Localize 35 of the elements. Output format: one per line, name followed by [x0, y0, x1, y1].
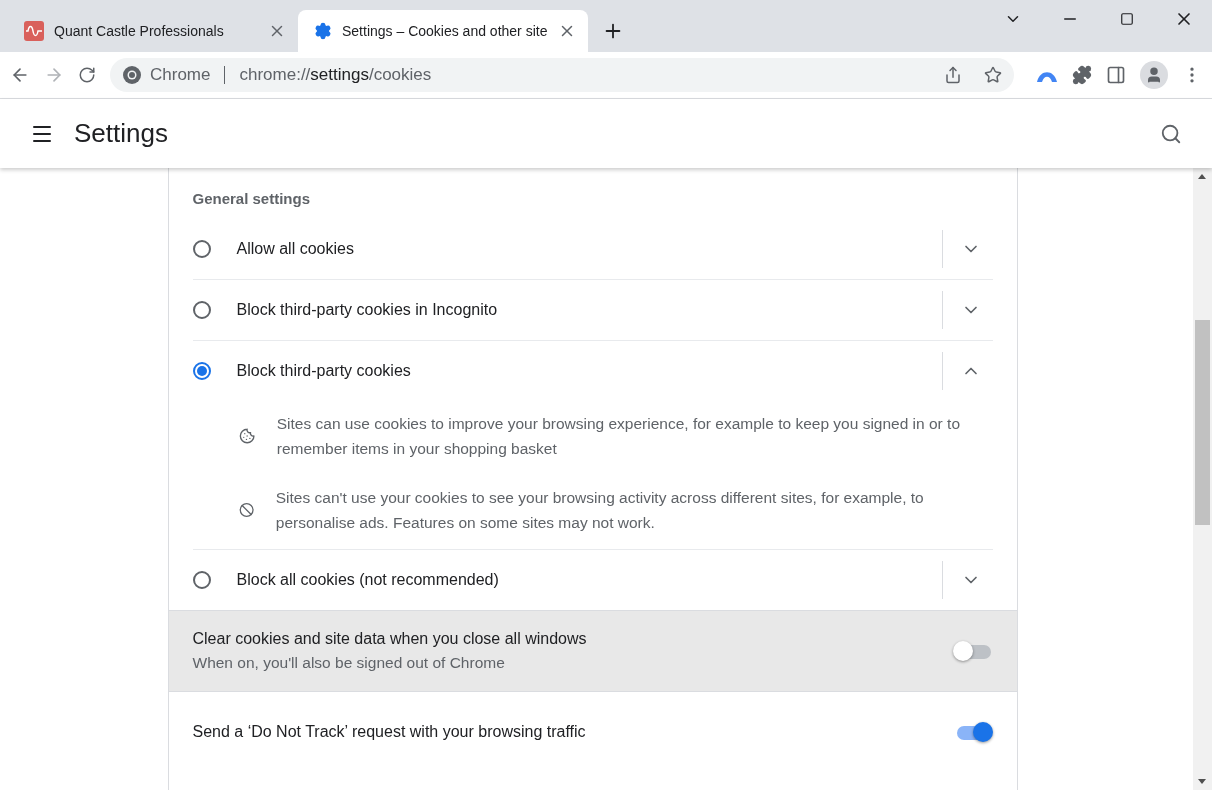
browser-tab[interactable]: Quant Castle Professionals [8, 10, 298, 52]
address-bar[interactable]: Chrome chrome://settings/cookies [110, 58, 1014, 92]
radio-button[interactable] [192, 240, 211, 258]
radio-button[interactable] [192, 571, 211, 589]
profile-avatar[interactable] [1140, 61, 1168, 89]
maximize-icon[interactable] [1119, 12, 1134, 26]
tab-title: Settings – Cookies and other site [342, 23, 548, 39]
wave-icon [24, 21, 44, 41]
option-label: Block third-party cookies [236, 362, 412, 380]
description-text: Sites can't use your cookies to see your browsing activity across different sites, for example, to personalise ads. Features on some sites may not work. [275, 488, 925, 533]
share-icon[interactable] [944, 66, 962, 84]
section-title: General settings [191, 189, 312, 209]
side-panel-icon[interactable] [1106, 65, 1126, 85]
description-text: Sites can use cookies to improve your browsing experience, for example to keep you signed in or to remember items in your shopping basket [276, 414, 961, 459]
setting-label: Clear cookies and site data when you close all windows [192, 630, 588, 648]
setting-label: Send a ‘Do Not Track’ request with your browsing traffic [192, 723, 587, 741]
star-icon[interactable] [984, 66, 1002, 84]
search-icon[interactable] [1160, 122, 1182, 145]
gear-icon [314, 22, 332, 40]
toggle-switch[interactable] [952, 640, 993, 662]
tab-title: Quant Castle Professionals [54, 23, 225, 39]
reload-button[interactable] [78, 66, 96, 84]
browser-tab[interactable]: Settings – Cookies and other site [298, 10, 588, 52]
page-title: Settings [74, 118, 169, 149]
radio-button[interactable] [192, 362, 211, 380]
chrome-logo-icon [122, 65, 142, 85]
url-text: chrome://settings/cookies [239, 65, 432, 85]
radio-button[interactable] [192, 301, 211, 319]
option-label: Allow all cookies [236, 240, 355, 258]
setting-description: When on, you'll also be signed out of Chrome [192, 654, 506, 672]
option-label: Block all cookies (not recommended) [236, 571, 500, 589]
puzzle-icon[interactable] [1072, 65, 1092, 85]
site-label: Chrome [150, 65, 211, 85]
option-label: Block third-party cookies in Incognito [236, 301, 499, 319]
scrollbar[interactable] [1193, 168, 1212, 790]
